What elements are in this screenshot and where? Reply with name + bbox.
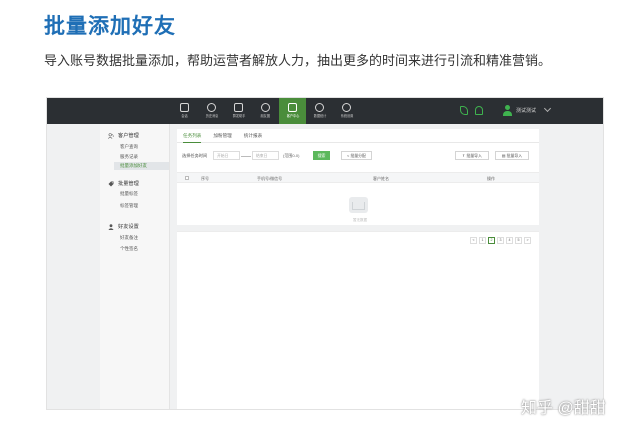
tab-fan-management[interactable]: 加粉管理 bbox=[213, 129, 231, 143]
start-date-input[interactable]: 开始日 bbox=[213, 151, 240, 160]
nav-item-settings[interactable]: 系统设置 bbox=[333, 98, 360, 124]
batch-assign-button[interactable]: < 批量分配 bbox=[341, 151, 372, 160]
pager-page[interactable]: 1 bbox=[479, 237, 486, 244]
sidebar-item-signature[interactable]: 个性签名 bbox=[120, 246, 138, 252]
pager-page[interactable]: 3 bbox=[497, 237, 504, 244]
column-header-index: 序号 bbox=[201, 176, 209, 181]
sidebar-item-friend-remark[interactable]: 好友备注 bbox=[120, 235, 138, 241]
nav-item-chat[interactable]: 会话 bbox=[171, 98, 198, 124]
range-hint: (范围0-0) bbox=[283, 153, 300, 158]
nav-item-statistics[interactable]: 数据统计 bbox=[306, 98, 333, 124]
app-screenshot: 会话 历史消息 群发助手 朋友圈 客户中心 数据统计 系统设置 测试测试 客户管… bbox=[46, 97, 604, 410]
main-panel: 任务列表 加粉管理 统计报表 选择任务时间 开始日 结束日 (范围0-0) 搜索… bbox=[177, 129, 539, 409]
empty-inbox-icon bbox=[349, 197, 368, 213]
pager-next[interactable]: > bbox=[524, 237, 531, 244]
nav-label: 群发助手 bbox=[232, 114, 245, 118]
tab-task-list[interactable]: 任务列表 bbox=[183, 129, 202, 143]
globe-icon bbox=[261, 103, 270, 112]
empty-state-text: 暂无数据 bbox=[353, 218, 367, 222]
sidebar-item-customer-query[interactable]: 客户查询 bbox=[120, 144, 138, 150]
send-icon bbox=[234, 103, 243, 112]
table-divider bbox=[177, 231, 539, 232]
top-nav: 会话 历史消息 群发助手 朋友圈 客户中心 数据统计 系统设置 bbox=[171, 98, 360, 124]
nav-label: 数据统计 bbox=[313, 114, 326, 118]
pager-prev[interactable]: < bbox=[470, 237, 477, 244]
batch-export-label: 批量导入 bbox=[506, 153, 523, 158]
column-header-customer-name: 客户姓名 bbox=[373, 176, 389, 181]
watermark: 知乎 @甜甜 bbox=[521, 400, 606, 417]
person-icon bbox=[108, 223, 114, 230]
batch-export-button[interactable]: ▤ 批量导入 bbox=[495, 151, 529, 160]
nav-label: 朋友圈 bbox=[260, 114, 271, 118]
tab-bar: 任务列表 加粉管理 统计报表 bbox=[177, 129, 539, 143]
tab-statistics[interactable]: 统计报表 bbox=[244, 129, 262, 143]
chart-icon bbox=[315, 103, 324, 112]
nav-label: 系统设置 bbox=[340, 114, 353, 118]
sidebar-group-title: 客户管理 bbox=[118, 133, 139, 139]
page-description: 导入账号数据批量添加，帮助运营者解放人力，抽出更多的时间来进行引流和精准营销。 bbox=[44, 53, 552, 68]
pagination: < 1 2 3 4 5 > bbox=[468, 237, 531, 244]
sidebar-item-service-records[interactable]: 服务记录 bbox=[120, 154, 138, 160]
nav-label: 会话 bbox=[181, 114, 188, 118]
tag-icon bbox=[108, 181, 114, 186]
nav-label: 客户中心 bbox=[286, 114, 299, 118]
nav-item-broadcast[interactable]: 群发助手 bbox=[225, 98, 252, 124]
filter-bar: 选择任务时间 开始日 结束日 (范围0-0) 搜索 < 批量分配 ⇪ 批量导入 … bbox=[177, 149, 539, 163]
pager-page[interactable]: 4 bbox=[506, 237, 513, 244]
sidebar-item-batch-tags[interactable]: 批量标签 bbox=[120, 191, 138, 197]
user-add-icon bbox=[288, 103, 297, 112]
chat-icon bbox=[180, 103, 189, 112]
avatar-head bbox=[505, 105, 510, 110]
table-header: 序号 手机号/微信号 客户姓名 操作 bbox=[177, 172, 539, 183]
column-header-actions: 操作 bbox=[487, 176, 495, 181]
inbox-tray bbox=[352, 202, 365, 210]
users-icon bbox=[108, 132, 114, 139]
nav-item-history[interactable]: 历史消息 bbox=[198, 98, 225, 124]
chevron-down-icon[interactable] bbox=[543, 104, 552, 113]
sidebar-item-tag-management[interactable]: 标签管理 bbox=[120, 203, 138, 209]
user-avatar-icon[interactable] bbox=[503, 105, 512, 116]
avatar-body bbox=[503, 111, 512, 116]
sidebar-group-title: 批量管理 bbox=[118, 181, 139, 187]
end-date-input[interactable]: 结束日 bbox=[252, 151, 279, 160]
user-name[interactable]: 测试测试 bbox=[516, 107, 536, 114]
nav-label: 历史消息 bbox=[205, 114, 218, 118]
phone-icon[interactable] bbox=[460, 106, 468, 115]
nav-item-customer-center[interactable]: 客户中心 bbox=[279, 98, 306, 124]
gear-icon bbox=[342, 103, 351, 112]
clock-icon bbox=[207, 103, 216, 112]
batch-import-button[interactable]: ⇪ 批量导入 bbox=[455, 151, 489, 160]
select-all-checkbox[interactable] bbox=[185, 176, 189, 180]
top-bar: 会话 历史消息 群发助手 朋友圈 客户中心 数据统计 系统设置 测试测试 bbox=[47, 98, 603, 124]
nav-item-moments[interactable]: 朋友圈 bbox=[252, 98, 279, 124]
page-heading: 批量添加好友 bbox=[44, 15, 176, 38]
bell-icon[interactable] bbox=[475, 106, 483, 115]
column-header-account: 手机号/微信号 bbox=[257, 176, 283, 181]
search-button[interactable]: 搜索 bbox=[313, 151, 330, 160]
sidebar-group-friends[interactable]: 好友设置 bbox=[108, 223, 139, 230]
filter-label: 选择任务时间 bbox=[182, 153, 208, 158]
sidebar-group-batch[interactable]: 批量管理 bbox=[108, 180, 139, 187]
sidebar-group-customer[interactable]: 客户管理 bbox=[108, 132, 139, 139]
date-range-separator bbox=[241, 156, 251, 157]
content-separator bbox=[177, 225, 539, 231]
pager-page-current[interactable]: 2 bbox=[488, 237, 495, 244]
batch-import-label: 批量导入 bbox=[466, 153, 482, 158]
pager-page[interactable]: 5 bbox=[515, 237, 522, 244]
sidebar-item-batch-add[interactable]: 批量添加好友 bbox=[114, 162, 169, 170]
sidebar: 客户管理 客户查询 服务记录 批量添加好友 批量管理 批量标签 标签管理 好友设… bbox=[100, 124, 170, 409]
sidebar-group-title: 好友设置 bbox=[118, 224, 139, 230]
